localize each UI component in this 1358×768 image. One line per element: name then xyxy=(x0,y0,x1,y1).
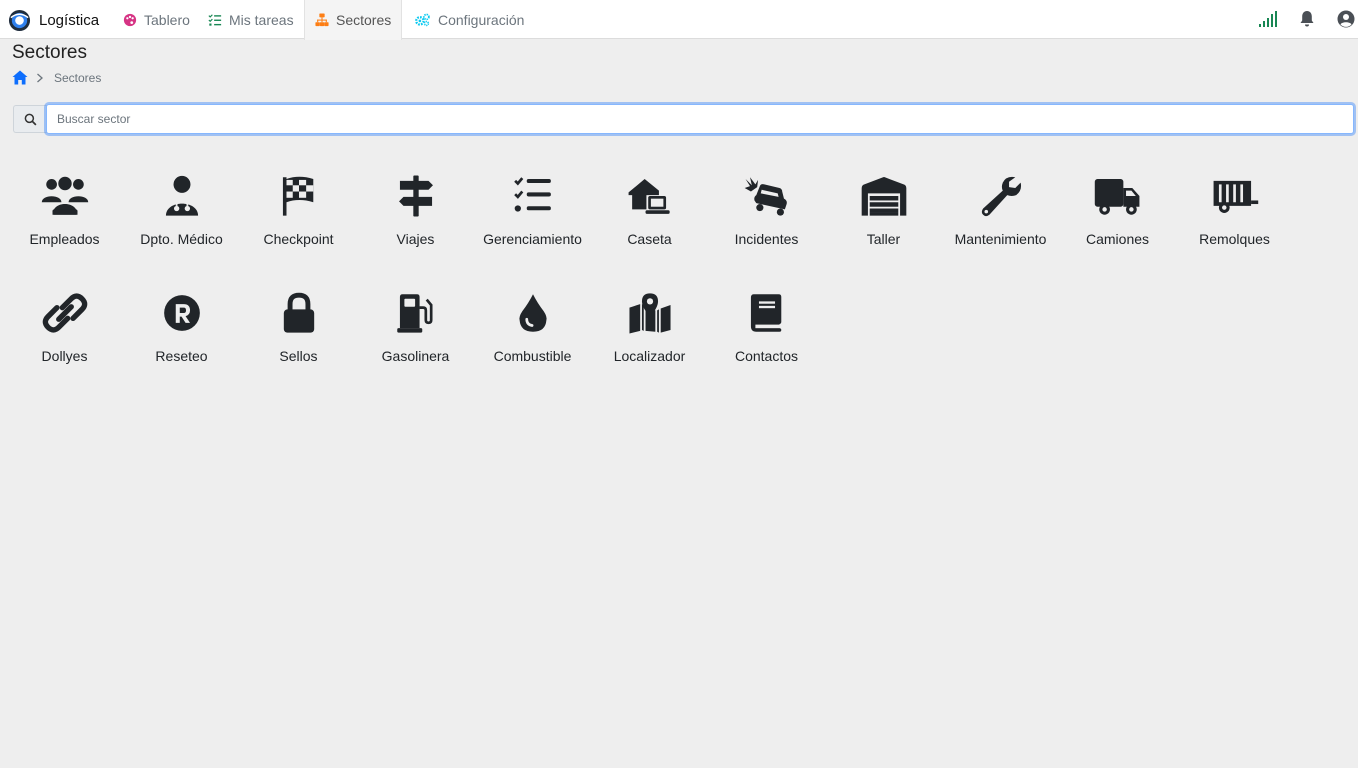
sector-caseta[interactable]: Caseta xyxy=(591,172,708,272)
flag-checkered-icon xyxy=(272,172,326,220)
sector-label: Remolques xyxy=(1199,231,1270,247)
logo-icon xyxy=(8,9,31,31)
tab-label: Mis tareas xyxy=(229,11,294,28)
gas-pump-icon xyxy=(389,289,443,337)
sector-dpto-medico[interactable]: Dpto. Médico xyxy=(123,172,240,272)
sector-label: Contactos xyxy=(734,348,799,364)
breadcrumb-current: Sectores xyxy=(54,70,102,85)
sector-label: Viajes xyxy=(396,231,435,247)
signal-icon[interactable] xyxy=(1258,9,1278,29)
sector-label: Incidentes xyxy=(734,231,799,247)
sector-label: Mantenimiento xyxy=(954,231,1047,247)
truck-icon xyxy=(1091,172,1145,220)
palette-icon xyxy=(123,13,137,27)
sector-label: Gasolinera xyxy=(381,348,450,364)
sector-viajes[interactable]: Viajes xyxy=(357,172,474,272)
sector-label: Checkpoint xyxy=(263,231,334,247)
sector-label: Localizador xyxy=(613,348,686,364)
sector-label: Gerenciamiento xyxy=(483,231,582,247)
trailer-icon xyxy=(1208,172,1262,220)
sector-dollyes[interactable]: Dollyes xyxy=(6,289,123,389)
sector-label: Sellos xyxy=(279,348,318,364)
sector-gasolinera[interactable]: Gasolinera xyxy=(357,289,474,389)
user-doctor-icon xyxy=(155,172,209,220)
tab-label: Configuración xyxy=(438,11,525,28)
sector-label: Taller xyxy=(866,231,901,247)
map-location-icon xyxy=(623,289,677,337)
signs-post-icon xyxy=(389,172,443,220)
tab-mis-tareas[interactable]: Mis tareas xyxy=(198,0,304,39)
breadcrumb: Sectores xyxy=(12,69,101,86)
sitemap-icon xyxy=(315,13,329,27)
book-icon xyxy=(740,289,794,337)
page-title: Sectores xyxy=(12,42,87,63)
registered-icon xyxy=(155,289,209,337)
link-icon xyxy=(38,289,92,337)
user-circle-icon[interactable] xyxy=(1336,9,1356,29)
cogs-icon xyxy=(414,13,431,27)
lock-icon xyxy=(272,289,326,337)
sector-localizador[interactable]: Localizador xyxy=(591,289,708,389)
sector-label: Dollyes xyxy=(41,348,88,364)
wrench-icon xyxy=(974,172,1028,220)
chevron-right-icon xyxy=(37,73,43,82)
house-laptop-icon xyxy=(623,172,677,220)
tab-tablero[interactable]: Tablero xyxy=(113,0,200,39)
sector-reseteo[interactable]: Reseteo xyxy=(123,289,240,389)
sector-mantenimiento[interactable]: Mantenimiento xyxy=(942,172,1059,272)
tab-configuracion[interactable]: Configuración xyxy=(404,0,534,39)
droplet-icon xyxy=(506,289,560,337)
brand-title: Logística xyxy=(39,11,100,29)
sector-camiones[interactable]: Camiones xyxy=(1059,172,1176,272)
sector-taller[interactable]: Taller xyxy=(825,172,942,272)
sector-label: Caseta xyxy=(627,231,672,247)
home-icon[interactable] xyxy=(12,70,28,85)
sector-gerenciamiento[interactable]: Gerenciamiento xyxy=(474,172,591,272)
sector-label: Camiones xyxy=(1085,231,1150,247)
car-burst-icon xyxy=(740,172,794,220)
search-icon xyxy=(24,113,37,125)
sector-combustible[interactable]: Combustible xyxy=(474,289,591,389)
sector-label: Dpto. Médico xyxy=(140,231,223,247)
warehouse-icon xyxy=(857,172,911,220)
sector-checkpoint[interactable]: Checkpoint xyxy=(240,172,357,272)
sector-incidentes[interactable]: Incidentes xyxy=(708,172,825,272)
sector-remolques[interactable]: Remolques xyxy=(1176,172,1293,272)
sector-sellos[interactable]: Sellos xyxy=(240,289,357,389)
sector-label: Combustible xyxy=(493,348,572,364)
sector-contactos[interactable]: Contactos xyxy=(708,289,825,389)
search-input[interactable] xyxy=(46,104,1354,134)
tasks-icon xyxy=(208,13,222,27)
users-icon xyxy=(38,172,92,220)
list-check-icon xyxy=(506,172,560,220)
tab-sectores[interactable]: Sectores xyxy=(304,0,403,40)
tab-label: Tablero xyxy=(144,11,190,28)
search-addon xyxy=(13,105,47,133)
sector-empleados[interactable]: Empleados xyxy=(6,172,123,272)
tab-label: Sectores xyxy=(336,12,392,28)
top-navbar: Logística Tablero Mis tareas Sectores Co… xyxy=(0,0,1358,40)
bell-icon[interactable] xyxy=(1297,9,1317,29)
search-group xyxy=(13,104,1354,134)
sector-label: Reseteo xyxy=(155,348,208,364)
brand[interactable]: Logística xyxy=(8,8,99,32)
sector-label: Empleados xyxy=(29,231,100,247)
